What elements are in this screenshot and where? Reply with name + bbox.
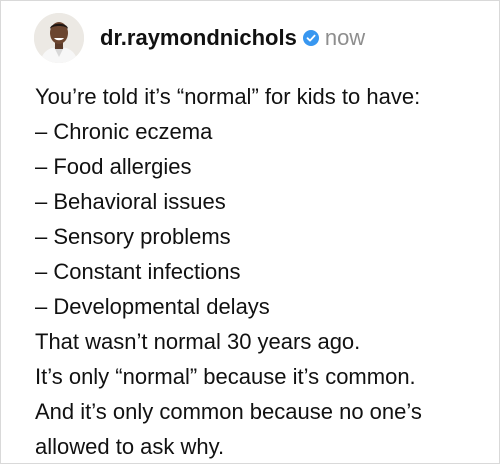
post-line: – Chronic eczema <box>35 119 213 144</box>
post-text: You’re told it’s “normal” for kids to ha… <box>35 79 489 464</box>
post-line: You’re told it’s “normal” for kids to ha… <box>35 84 421 109</box>
post-header: dr.raymondnichols now <box>34 11 365 65</box>
post-card: dr.raymondnichols now You’re told it’s “… <box>0 0 500 464</box>
post-line: – Food allergies <box>35 154 192 179</box>
post-line: allowed to ask why. <box>35 434 225 459</box>
post-line: – Developmental delays <box>35 294 270 319</box>
timestamp: now <box>324 25 366 50</box>
post-line: It’s only “normal” because it’s common. <box>35 364 416 389</box>
post-line: – Behavioral issues <box>35 189 226 214</box>
profile-photo <box>34 13 84 63</box>
post-line: – Constant infections <box>35 259 241 284</box>
verified-badge-icon <box>302 30 319 46</box>
avatar[interactable] <box>34 13 84 63</box>
post-line: – Sensory problems <box>35 224 231 249</box>
post-line: And it’s only common because no one’s <box>35 399 422 424</box>
username[interactable]: dr.raymondnichols <box>100 25 297 51</box>
post-line: That wasn’t normal 30 years ago. <box>35 329 361 354</box>
